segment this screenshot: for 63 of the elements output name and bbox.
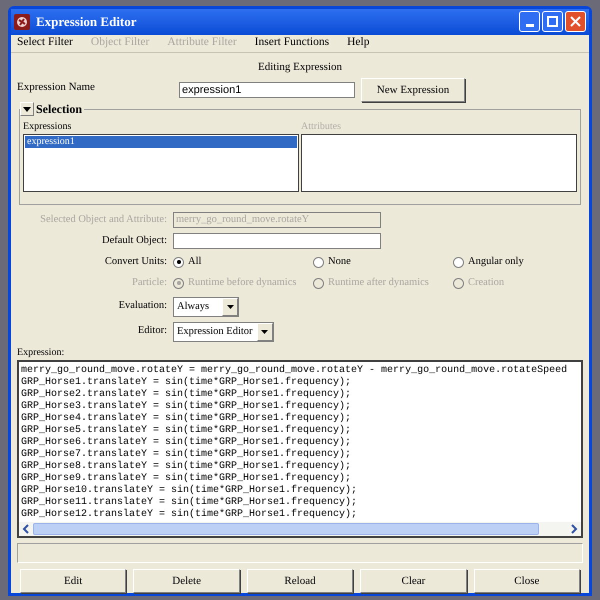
- minimize-icon: [526, 24, 534, 28]
- dropdown[interactable]: Expression Editor: [173, 322, 274, 342]
- section-heading: Editing Expression: [258, 60, 342, 74]
- dialog-button[interactable]: Edit: [20, 569, 126, 593]
- dialog-button[interactable]: Close: [474, 569, 580, 593]
- name-field[interactable]: expression1: [179, 82, 355, 98]
- group-title: Selection: [36, 101, 82, 118]
- dropdown[interactable]: Always: [173, 297, 239, 317]
- radio-button[interactable]: [313, 256, 324, 268]
- dialog-button[interactable]: Reload: [246, 569, 354, 593]
- field-label: Convert Units:: [104, 255, 168, 270]
- menu-item[interactable]: Help: [343, 34, 374, 52]
- option-label: None: [328, 255, 351, 270]
- text-field[interactable]: [173, 233, 381, 249]
- field-label: Particle:: [131, 276, 168, 290]
- minimize-button[interactable]: [519, 11, 540, 32]
- code-line: merry_go_round_move.rotateY = merry_go_round_move.rotateY - merry_go_round_move.rotateSpeed: [21, 365, 568, 376]
- dialog-button[interactable]: Delete: [133, 569, 240, 593]
- menu-item[interactable]: Insert Functions: [250, 34, 334, 52]
- app-icon: [14, 14, 30, 30]
- list-label: Expressions: [23, 120, 72, 134]
- code-line: GRP_Horse9.translateY = sin(time*GRP_Horse1.frequency);: [21, 473, 352, 484]
- field-label: Expression:: [17, 346, 66, 360]
- list-label: Attributes: [301, 120, 342, 134]
- close-icon: [570, 16, 581, 28]
- collapse-toggle[interactable]: [20, 102, 34, 116]
- field-label: Expression Name: [17, 80, 96, 95]
- maximize-icon: [547, 16, 558, 28]
- option-label: Runtime after dynamics: [328, 276, 429, 290]
- field-label: Default Object:: [100, 234, 168, 248]
- code-line: GRP_Horse1.translateY = sin(time*GRP_Horse1.frequency);: [21, 377, 352, 388]
- option-label: Angular only: [468, 255, 524, 270]
- window-title: Expression Editor: [36, 13, 138, 31]
- code-line: GRP_Horse7.translateY = sin(time*GRP_Horse1.frequency);: [21, 449, 352, 460]
- close-button[interactable]: [565, 11, 586, 32]
- code-line: GRP_Horse3.translateY = sin(time*GRP_Horse1.frequency);: [21, 401, 352, 412]
- caret-icon: [226, 305, 234, 309]
- field-label: Editor:: [136, 324, 168, 338]
- scrollbar-thumb[interactable]: [33, 523, 539, 535]
- dialog-button[interactable]: Clear: [360, 569, 467, 593]
- caret-icon: [23, 106, 31, 112]
- radio-button[interactable]: [453, 256, 464, 268]
- caret-icon: [261, 330, 268, 334]
- code-line: GRP_Horse2.translateY = sin(time*GRP_Horse1.frequency);: [21, 389, 352, 400]
- menu-item[interactable]: Select Filter: [13, 34, 77, 52]
- option-label: Runtime before dynamics: [188, 276, 296, 290]
- code-line: GRP_Horse5.translateY = sin(time*GRP_Horse1.frequency);: [21, 425, 352, 436]
- horizontal-scrollbar[interactable]: [19, 522, 581, 536]
- field-label: Selected Object and Attribute:: [39, 213, 168, 228]
- option-label: All: [188, 255, 202, 270]
- new-expression-button[interactable]: New Expression: [361, 78, 465, 102]
- radio-button[interactable]: [173, 256, 184, 268]
- code-line: GRP_Horse4.translateY = sin(time*GRP_Horse1.frequency);: [21, 413, 352, 424]
- code-line: GRP_Horse12.translateY = sin(time*GRP_Horse1.frequency);: [21, 509, 358, 521]
- code-line: GRP_Horse6.translateY = sin(time*GRP_Horse1.frequency);: [21, 437, 352, 448]
- list-item[interactable]: expression1: [25, 136, 297, 148]
- code-line: GRP_Horse10.translateY = sin(time*GRP_Horse1.frequency);: [21, 485, 358, 496]
- maximize-button[interactable]: [542, 11, 563, 32]
- code-line: GRP_Horse11.translateY = sin(time*GRP_Horse1.frequency);: [21, 497, 358, 508]
- option-label: Creation: [468, 276, 504, 290]
- code-line: GRP_Horse8.translateY = sin(time*GRP_Horse1.frequency);: [21, 461, 352, 472]
- field-label: Evaluation:: [118, 299, 168, 314]
- expression-editor[interactable]: [17, 360, 583, 538]
